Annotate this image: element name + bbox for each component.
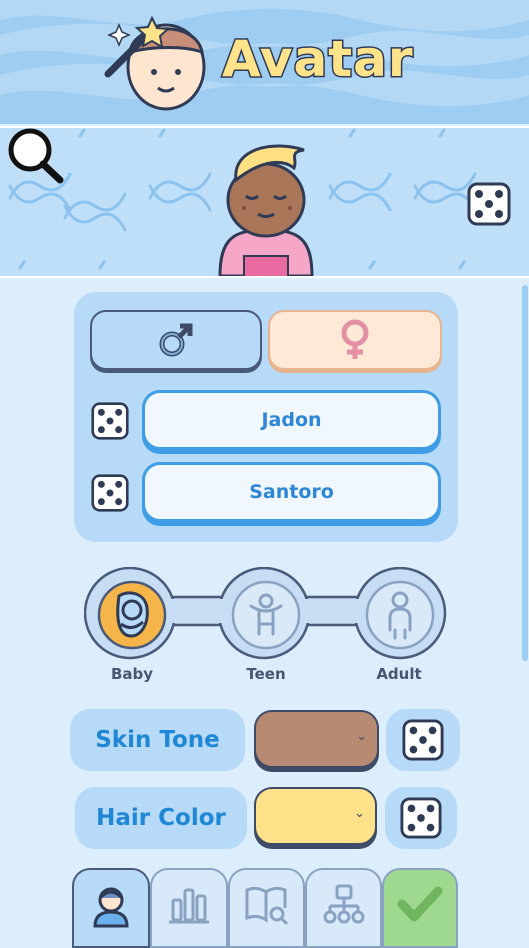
randomize-first-name-button[interactable]: [91, 402, 129, 440]
tab-stats[interactable]: [150, 868, 228, 948]
magnifier-icon: [8, 128, 64, 184]
app-header: Avatar: [0, 0, 529, 124]
family-tree-icon: [323, 884, 364, 924]
dice-icon: [400, 797, 442, 839]
tab-appearance[interactable]: [72, 868, 150, 948]
age-baby-button[interactable]: [97, 580, 167, 654]
chevron-down-icon: ⌄: [356, 729, 367, 744]
gender-female-button[interactable]: [268, 310, 442, 370]
dice-icon: [402, 719, 444, 761]
avatar-preview: [0, 126, 529, 278]
female-symbol-icon: [341, 319, 369, 359]
hair-color-label: Hair Color: [75, 787, 247, 849]
tab-confirm[interactable]: [382, 868, 458, 948]
search-button[interactable]: [4, 128, 66, 194]
dice-icon: [91, 474, 129, 512]
randomize-skin-tone-button[interactable]: [386, 709, 460, 771]
baby-icon: [97, 580, 167, 650]
skin-tone-dropdown[interactable]: ⌄: [254, 710, 379, 768]
avatar-magic-wand-icon: [104, 12, 209, 116]
app-title: Avatar: [221, 29, 415, 90]
tab-story[interactable]: [228, 868, 305, 948]
dice-icon: [91, 402, 129, 440]
avatar-figure: [214, 138, 318, 276]
skin-tone-label: Skin Tone: [70, 709, 245, 771]
dice-icon: [467, 182, 511, 226]
scrollbar[interactable]: [522, 285, 528, 661]
adult-icon: [365, 580, 435, 650]
age-teen-button[interactable]: [231, 580, 301, 654]
book-search-icon: [245, 886, 288, 926]
tab-family[interactable]: [305, 868, 382, 948]
randomize-avatar-button[interactable]: [467, 182, 511, 230]
hair-color-dropdown[interactable]: ⌄: [254, 787, 377, 845]
age-label-adult: Adult: [376, 665, 422, 683]
chevron-down-icon: ⌄: [354, 806, 365, 821]
teen-icon: [231, 580, 301, 650]
person-icon: [93, 887, 129, 928]
gender-male-button[interactable]: [90, 310, 262, 370]
checkmark-icon: [397, 886, 443, 922]
bar-chart-icon: [169, 888, 209, 924]
randomize-last-name-button[interactable]: [91, 474, 129, 512]
first-name-field[interactable]: Jadon: [142, 390, 441, 450]
age-label-baby: Baby: [110, 665, 154, 683]
male-symbol-icon: [159, 323, 193, 357]
age-adult-button[interactable]: [365, 580, 435, 654]
randomize-hair-color-button[interactable]: [385, 787, 457, 849]
age-label-teen: Teen: [246, 665, 286, 683]
last-name-field[interactable]: Santoro: [142, 462, 441, 522]
